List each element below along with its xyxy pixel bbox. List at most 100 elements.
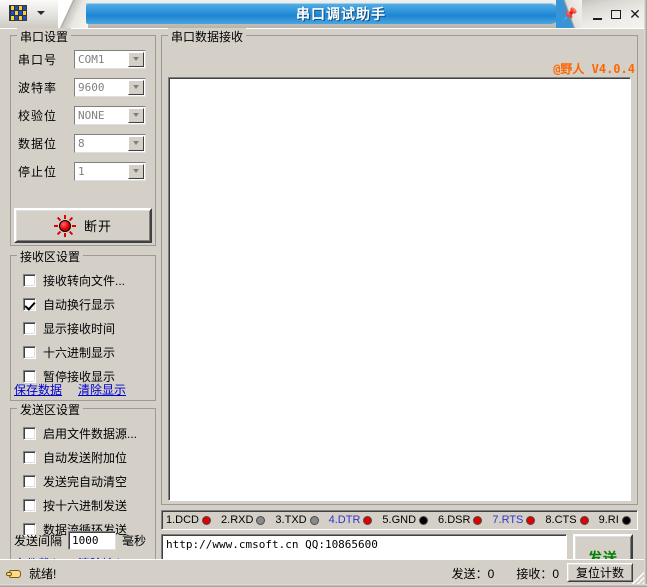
checkbox-label: 显示接收时间 [43,321,116,336]
checkbox-label: 十六进制显示 [43,345,116,360]
pin-icon[interactable]: 📌 [562,6,578,22]
pin-label: 1.DCD [166,514,200,526]
pin-label: 2.RXD [221,514,254,526]
pin-label: 8.CTS [545,514,577,526]
chevron-down-icon[interactable] [37,11,45,15]
pin-lamp [579,515,589,525]
parity-combo[interactable]: NONE [74,105,146,125]
minimize-icon[interactable] [589,7,605,22]
clear-display-link[interactable]: 清除显示 [78,381,126,398]
pin-txd[interactable]: 3.TXD [275,514,319,526]
pin-dtr[interactable]: 4.DTR [329,514,373,526]
status-ready-label: 就绪! [29,567,57,581]
port-settings-legend: 串口设置 [17,28,72,45]
port-number-combo[interactable]: COM1 [74,49,146,69]
status-counters: 发送：0 接收：0 [452,565,559,582]
recv-counter: 接收：0 [516,567,559,581]
checkbox-box[interactable] [23,474,36,488]
title-bar-curve-decoration [58,0,88,28]
status-ready: 就绪! [6,565,56,582]
save-data-link[interactable]: 保存数据 [14,381,62,398]
data-bits-combo[interactable]: 8 [74,133,146,153]
checkbox-box[interactable] [23,426,36,440]
pin-dcd[interactable]: 1.DCD [166,514,212,526]
chevron-down-icon[interactable] [128,135,144,151]
checkbox-box[interactable] [23,498,36,512]
pin-label: 9.RI [598,514,619,526]
checkbox-auto-wrap[interactable]: 自动换行显示 [23,294,115,314]
chevron-down-icon[interactable] [128,163,144,179]
pin-lamp [473,515,483,525]
field-stop-bits: 停止位 1 [18,160,146,182]
send-interval-row: 发送间隔 1000 毫秒 [14,529,146,551]
baud-rate-combo[interactable]: 9600 [74,77,146,97]
chevron-down-icon[interactable] [128,107,144,123]
checkbox-send-as-hex[interactable]: 按十六进制发送 [23,495,127,515]
checkbox-box[interactable] [23,345,36,359]
pin-lamp [363,515,373,525]
pin-dsr[interactable]: 6.DSR [438,514,483,526]
app-icon[interactable] [9,5,27,21]
close-icon[interactable]: ✕ [627,7,643,22]
checkbox-label: 自动换行显示 [43,297,116,312]
checkbox-box[interactable] [23,273,36,287]
chevron-down-icon[interactable] [128,79,144,95]
checkbox-show-recv-time[interactable]: 显示接收时间 [23,318,115,338]
receive-data-legend: 串口数据接收 [168,28,247,45]
send-interval-input[interactable]: 1000 [68,530,117,550]
pin-label: 3.TXD [275,514,307,526]
combo-value: 1 [78,164,85,178]
pin-gnd[interactable]: 5.GND [382,514,429,526]
receive-data-textarea[interactable] [168,77,631,501]
checkbox-auto-append-bits[interactable]: 自动发送附加位 [23,447,127,467]
pin-label: 4.DTR [328,514,361,526]
title-bar: 串口调试助手 📌 ✕ [0,0,647,28]
disconnect-button-label: 断开 [83,219,112,234]
pin-label: 7.RTS [492,514,524,526]
field-port-number: 串口号 COM1 [18,48,146,70]
pin-lamp [256,515,266,525]
checkbox-hex-display[interactable]: 十六进制显示 [23,342,115,362]
checkbox-box[interactable] [23,297,36,311]
sent-counter: 发送：0 [451,567,495,581]
checkbox-label: 按十六进制发送 [43,498,128,513]
pin-lamp [309,515,319,525]
status-bar: 就绪! http://blog.csdn.net/xin_50 发送：0 接收：… [0,559,647,587]
pin-label: 6.DSR [438,514,471,526]
disconnect-button[interactable]: 断开 [14,208,152,243]
serial-pin-status-bar: 1.DCD 2.RXD 3.TXD 4.DTR 5.GND 6.DSR 7.RT… [161,510,638,530]
field-parity: 校验位 NONE [18,104,146,126]
chevron-down-icon[interactable] [128,51,144,67]
pin-lamp [419,515,429,525]
pin-rxd[interactable]: 2.RXD [221,514,266,526]
checkbox-label: 自动发送附加位 [43,450,128,465]
pin-cts[interactable]: 8.CTS [545,514,589,526]
pin-rts[interactable]: 7.RTS [492,514,536,526]
send-interval-label: 发送间隔 [14,533,63,548]
combo-value: NONE [78,108,105,122]
checkbox-box[interactable] [23,450,36,464]
checkbox-box[interactable] [23,321,36,335]
field-label: 数据位 [18,136,58,151]
pin-lamp [621,515,631,525]
receive-links: 保存数据 清除显示 [14,381,126,398]
maximize-icon[interactable] [608,7,624,22]
send-interval-unit: 毫秒 [122,533,147,548]
send-settings-legend: 发送区设置 [17,401,84,418]
combo-value: 8 [78,136,85,150]
field-label: 串口号 [18,52,58,67]
receive-settings-legend: 接收区设置 [17,248,84,265]
window-title: 串口调试助手 [296,6,386,22]
checkbox-auto-clear-after-send[interactable]: 发送完自动清空 [23,471,127,491]
checkbox-label: 启用文件数据源... [43,426,138,441]
pin-label: 5.GND [382,514,417,526]
stop-bits-combo[interactable]: 1 [74,161,146,181]
field-label: 波特率 [18,80,58,95]
checkbox-label: 接收转向文件... [43,273,126,288]
red-led-icon [53,214,76,237]
checkbox-redirect-to-file[interactable]: 接收转向文件... [23,270,125,290]
field-data-bits: 数据位 8 [18,132,146,154]
pin-ri[interactable]: 9.RI [599,514,631,526]
checkbox-enable-file-source[interactable]: 启用文件数据源... [23,423,137,443]
reset-counter-button[interactable]: 复位计数 [567,563,633,582]
